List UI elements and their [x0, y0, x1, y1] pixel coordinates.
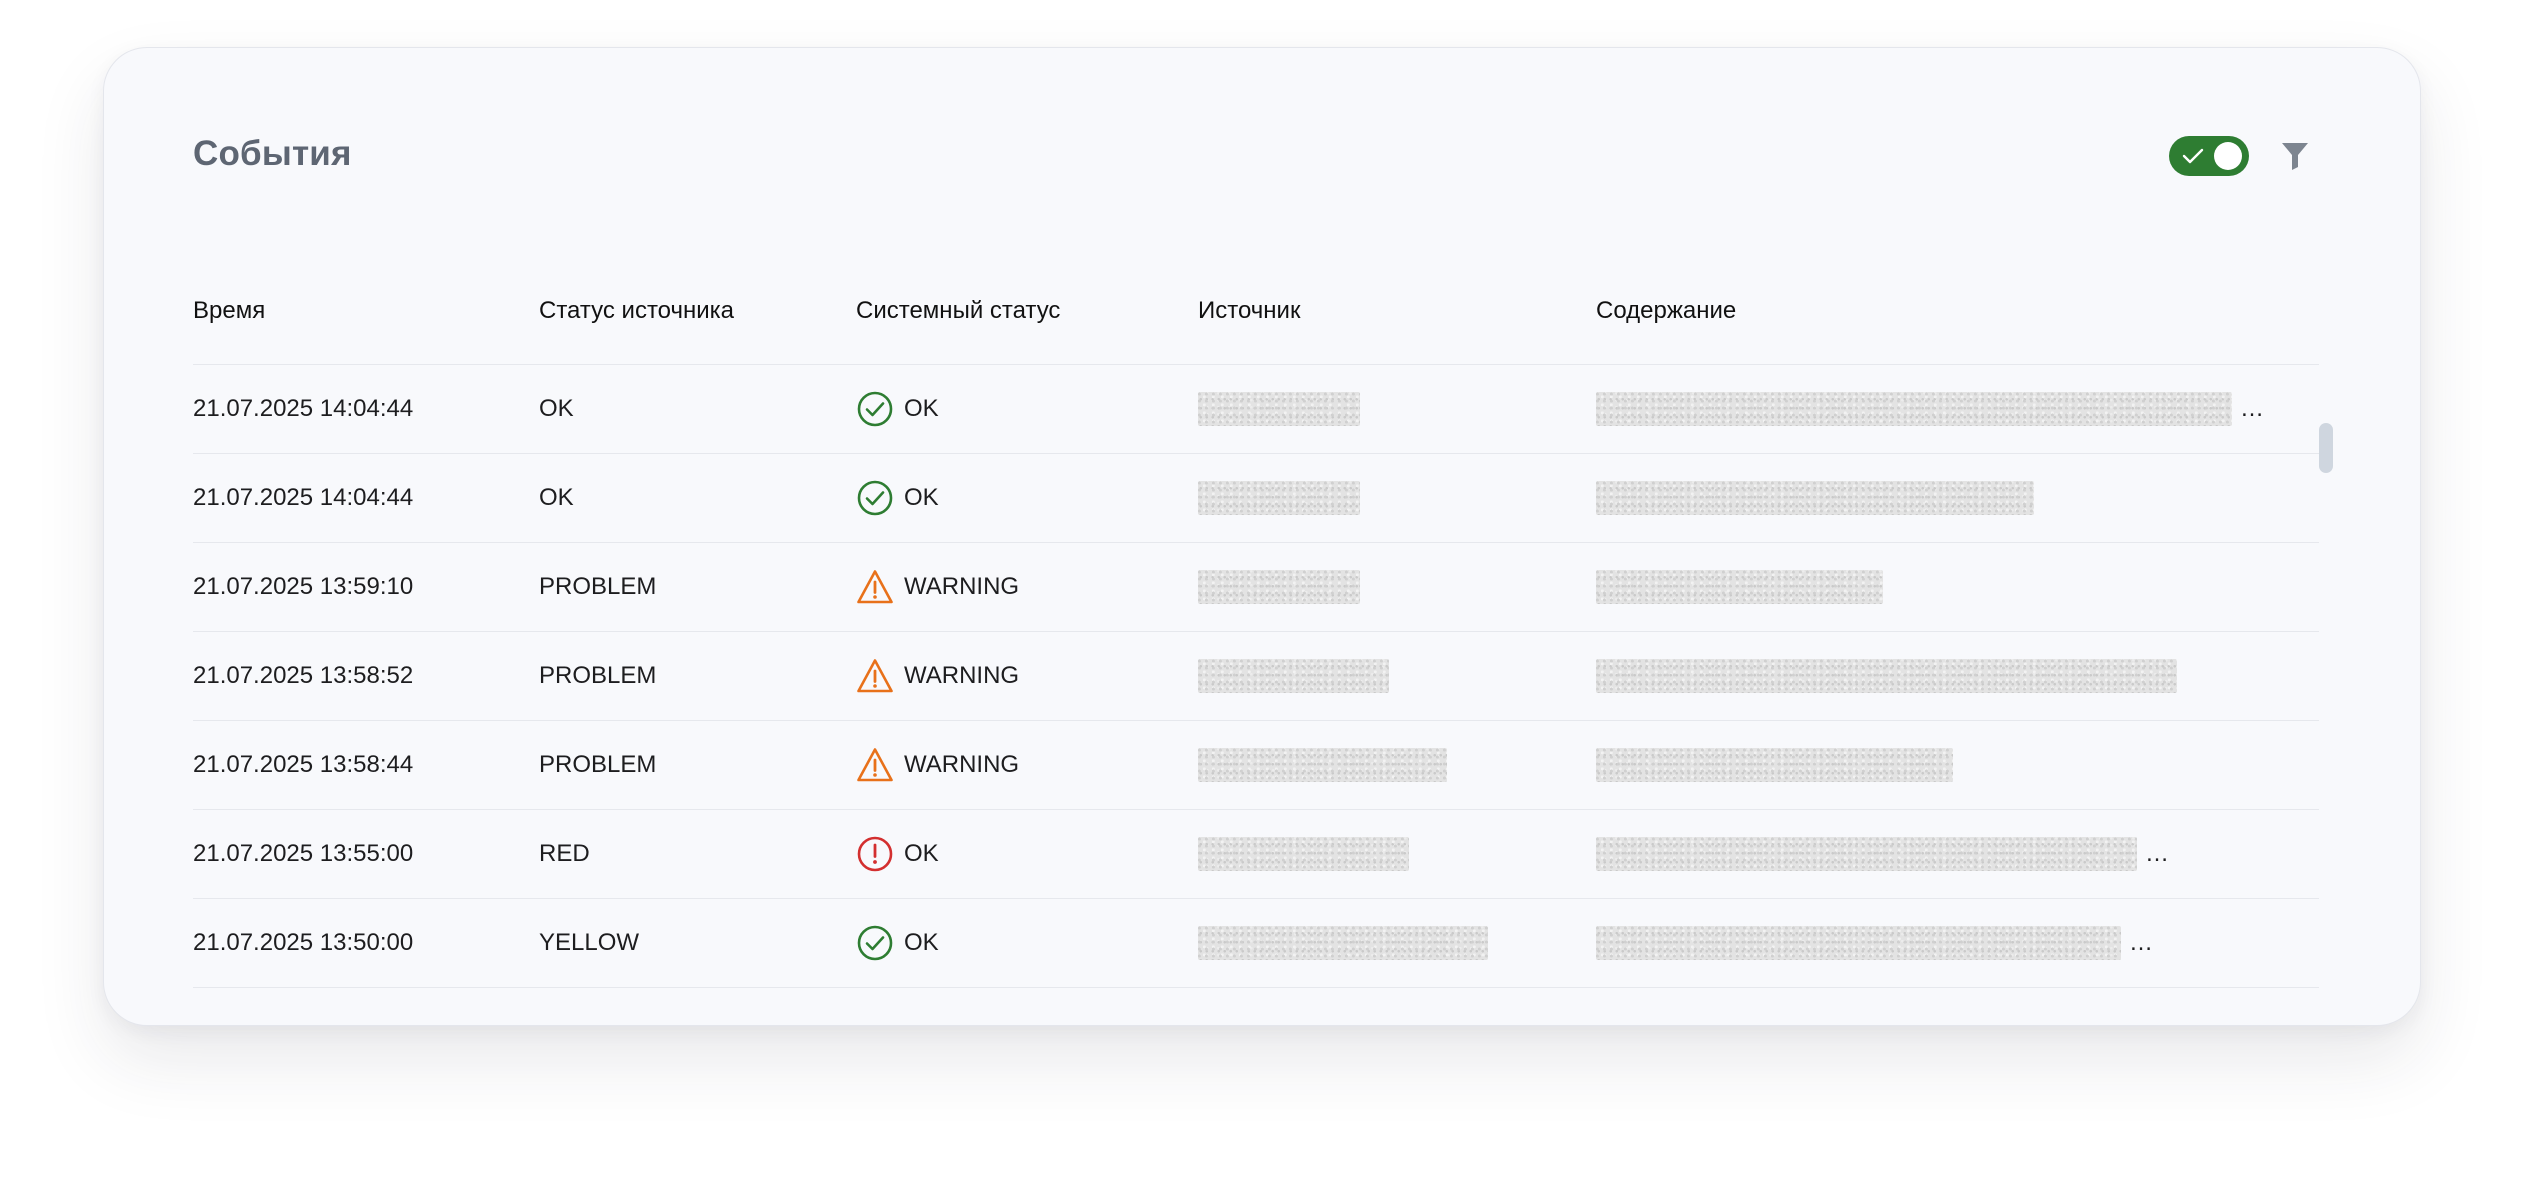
- source-cell: [1198, 721, 1447, 809]
- redacted-content: [1596, 659, 2177, 693]
- content-cell: [1596, 632, 2185, 720]
- panel-title: События: [193, 134, 352, 173]
- redacted-source: [1198, 659, 1389, 693]
- column-header-content[interactable]: Содержание: [1596, 258, 1736, 364]
- redacted-source: [1198, 926, 1488, 960]
- table-row[interactable]: 21.07.2025 13:50:00 YELLOW OK …: [193, 899, 2319, 988]
- redacted-source: [1198, 481, 1360, 515]
- source-status: PROBLEM: [539, 662, 657, 689]
- check-circle-icon: [857, 391, 893, 427]
- redacted-content: [1596, 926, 2121, 960]
- live-updates-toggle[interactable]: [2169, 136, 2249, 176]
- warning-triangle-icon: [857, 748, 893, 782]
- truncation-ellipsis: …: [2145, 840, 2169, 867]
- source-status: RED: [539, 840, 590, 867]
- system-status: WARNING: [856, 632, 1019, 720]
- table-scrollbar[interactable]: [2319, 423, 2333, 473]
- event-time: 21.07.2025 13:50:00: [193, 929, 414, 956]
- system-status-label: WARNING: [904, 662, 1020, 689]
- system-status: WARNING: [856, 721, 1019, 809]
- redacted-content: [1596, 748, 1953, 782]
- source-cell: [1198, 543, 1360, 631]
- content-cell: …: [1596, 899, 2153, 987]
- redacted-content: [1596, 392, 2232, 426]
- table-row[interactable]: 21.07.2025 13:59:10 PROBLEM WARNING: [193, 543, 2319, 632]
- table-header: Время Статус источника Системный статус …: [193, 258, 2319, 365]
- content-cell: …: [1596, 810, 2169, 898]
- source-status: PROBLEM: [539, 573, 657, 600]
- source-status: PROBLEM: [539, 751, 657, 778]
- source-cell: [1198, 810, 1409, 898]
- check-circle-icon: [857, 480, 893, 516]
- event-time: 21.07.2025 13:58:44: [193, 751, 414, 778]
- warning-triangle-icon: [857, 659, 893, 693]
- system-status-label: OK: [904, 395, 939, 422]
- source-cell: [1198, 899, 1488, 987]
- redacted-source: [1198, 570, 1360, 604]
- error-circle-icon: [857, 836, 893, 872]
- table-row[interactable]: 21.07.2025 13:58:52 PROBLEM WARNING: [193, 632, 2319, 721]
- system-status: OK: [856, 899, 939, 987]
- table-row[interactable]: 21.07.2025 13:55:00 RED OK …: [193, 810, 2319, 899]
- redacted-content: [1596, 837, 2137, 871]
- source-status: YELLOW: [539, 929, 640, 956]
- table-row[interactable]: 21.07.2025 13:58:44 PROBLEM WARNING: [193, 721, 2319, 810]
- truncation-ellipsis: …: [2129, 929, 2153, 956]
- system-status: OK: [856, 454, 939, 542]
- system-status-label: OK: [904, 484, 939, 511]
- redacted-content: [1596, 481, 2034, 515]
- filter-icon[interactable]: [2280, 140, 2310, 172]
- events-table: Время Статус источника Системный статус …: [193, 258, 2319, 988]
- content-cell: …: [1596, 365, 2264, 453]
- event-time: 21.07.2025 14:04:44: [193, 484, 414, 511]
- redacted-source: [1198, 748, 1447, 782]
- system-status-label: WARNING: [904, 573, 1020, 600]
- system-status: WARNING: [856, 543, 1019, 631]
- table-row[interactable]: 21.07.2025 14:04:44 OK OK …: [193, 365, 2319, 454]
- check-circle-icon: [857, 925, 893, 961]
- event-time: 21.07.2025 14:04:44: [193, 395, 414, 422]
- source-cell: [1198, 632, 1389, 720]
- redacted-source: [1198, 837, 1409, 871]
- column-header-source[interactable]: Источник: [1198, 258, 1300, 364]
- redacted-source: [1198, 392, 1360, 426]
- source-cell: [1198, 454, 1360, 542]
- redacted-content: [1596, 570, 1883, 604]
- system-status-label: OK: [904, 840, 939, 867]
- column-header-system-status[interactable]: Системный статус: [856, 258, 1060, 364]
- system-status-label: WARNING: [904, 751, 1020, 778]
- event-time: 21.07.2025 13:58:52: [193, 662, 414, 689]
- table-row[interactable]: 21.07.2025 14:04:44 OK OK: [193, 454, 2319, 543]
- events-panel: События Время Статус источника Системный…: [103, 47, 2421, 1026]
- warning-triangle-icon: [857, 570, 893, 604]
- source-cell: [1198, 365, 1360, 453]
- check-icon: [2182, 148, 2204, 164]
- column-header-time[interactable]: Время: [193, 258, 265, 364]
- event-time: 21.07.2025 13:55:00: [193, 840, 414, 867]
- content-cell: [1596, 454, 2042, 542]
- truncation-ellipsis: …: [2240, 395, 2264, 422]
- source-status: OK: [539, 484, 574, 511]
- content-cell: [1596, 543, 1891, 631]
- system-status: OK: [856, 365, 939, 453]
- source-status: OK: [539, 395, 574, 422]
- content-cell: [1596, 721, 1961, 809]
- toggle-knob: [2214, 142, 2242, 170]
- column-header-source-status[interactable]: Статус источника: [539, 258, 734, 364]
- system-status-label: OK: [904, 929, 939, 956]
- event-time: 21.07.2025 13:59:10: [193, 573, 414, 600]
- system-status: OK: [856, 810, 939, 898]
